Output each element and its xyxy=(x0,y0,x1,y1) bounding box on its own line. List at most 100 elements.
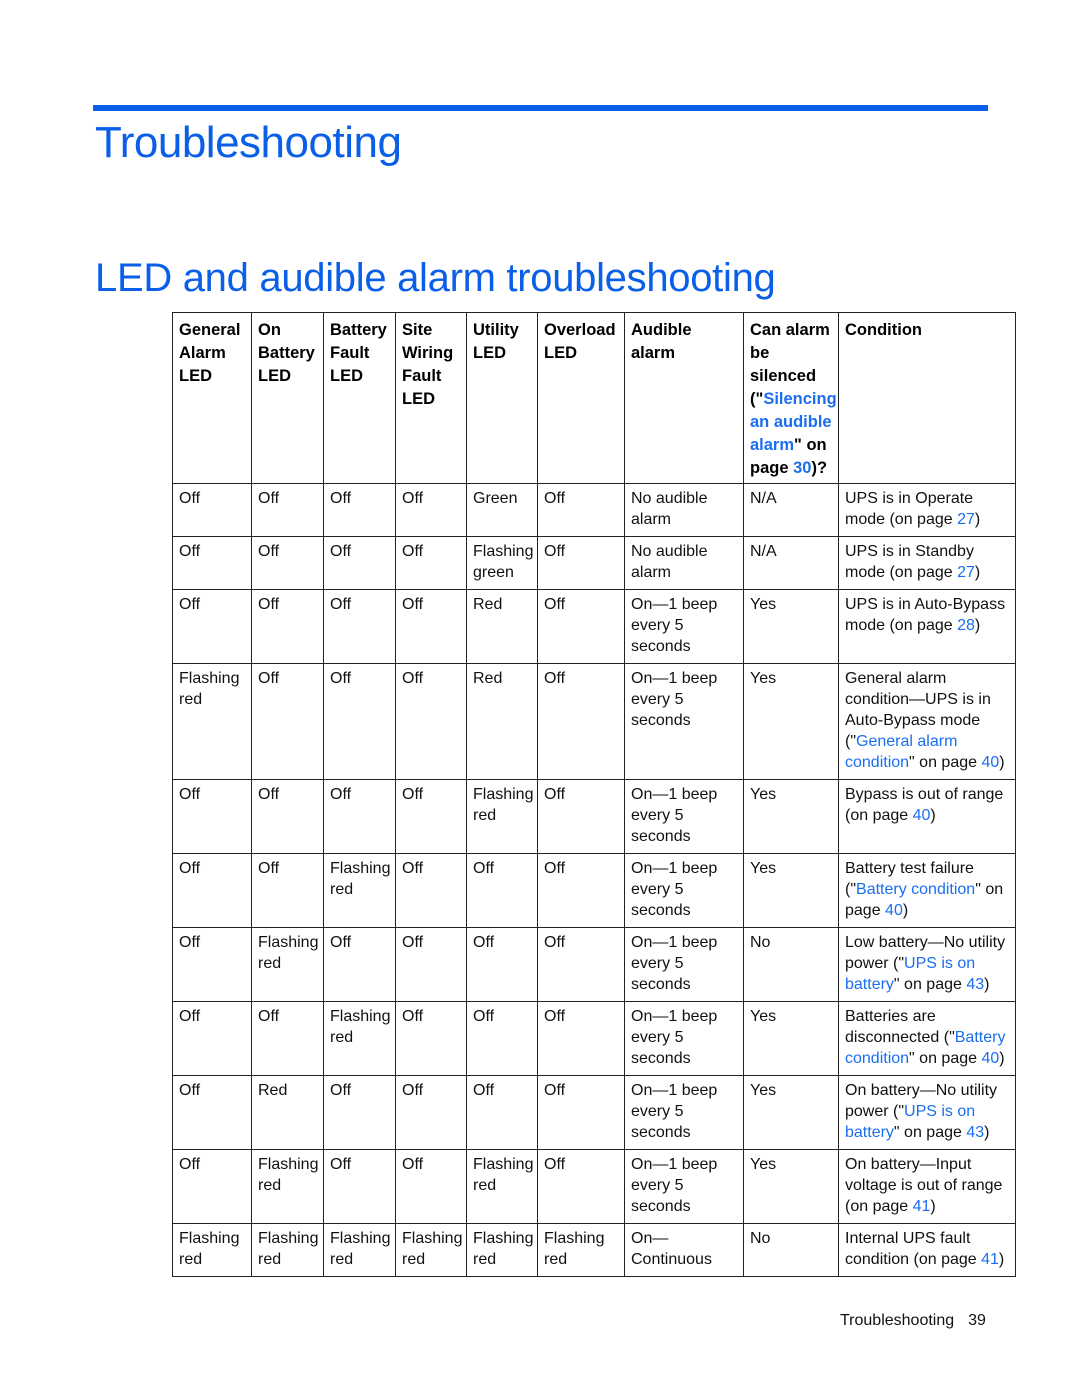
cell-general-alarm-led: Off xyxy=(172,1075,252,1150)
column-header-site-wiring-fault-led: Site Wiring Fault LED xyxy=(395,312,467,484)
cell-utility-led: Off xyxy=(466,1075,538,1150)
cell-audible-alarm: On—1 beep every 5 seconds xyxy=(624,589,744,664)
cell-text: Internal UPS fault condition (on page xyxy=(845,1230,982,1268)
column-header-condition: Condition xyxy=(838,312,1016,484)
cell-condition: UPS is in Operate mode (on page 27) xyxy=(838,483,1016,537)
cross-reference-link[interactable]: 41 xyxy=(981,1251,999,1268)
cell-audible-alarm: On—1 beep every 5 seconds xyxy=(624,1075,744,1150)
cell-condition: Bypass is out of range (on page 40) xyxy=(838,779,1016,854)
column-header-utility-led: Utility LED xyxy=(466,312,538,484)
cross-reference-link[interactable]: 40 xyxy=(885,902,903,919)
cell-site-wiring-fault-led: Flashing red xyxy=(395,1223,467,1277)
cell-utility-led: Flashing red xyxy=(466,1149,538,1224)
cell-overload-led: Off xyxy=(537,1149,625,1224)
cell-text: ) xyxy=(974,564,981,581)
cross-reference-link[interactable]: 30 xyxy=(793,459,811,477)
table-row: Off Off Off Off Flashing green Off No audible … xyxy=(172,536,1016,590)
cell-can-alarm-be-silenced: No xyxy=(743,927,839,1002)
cell-site-wiring-fault-led: Off xyxy=(395,1149,467,1224)
table-body: Off Off Off Off Green Off No audible alarm N/A U… xyxy=(172,483,1016,1277)
cell-general-alarm-led: Off xyxy=(172,1149,252,1224)
cell-text: " on page xyxy=(909,754,982,771)
cell-battery-fault-led: Off xyxy=(323,927,396,1002)
table-row: Off Flashing red Off Off Flashing red Off On—1… xyxy=(172,1149,1016,1224)
cell-audible-alarm: On—1 beep every 5 seconds xyxy=(624,1149,744,1224)
cell-on-battery-led: Off xyxy=(251,1001,324,1076)
cross-reference-link[interactable]: 28 xyxy=(957,617,975,634)
table-row: Off Off Off Off Red Off On—1 beep every 5 seco… xyxy=(172,589,1016,664)
cell-site-wiring-fault-led: Off xyxy=(395,779,467,854)
cell-on-battery-led: Flashing red xyxy=(251,927,324,1002)
cell-audible-alarm: No audible alarm xyxy=(624,483,744,537)
chapter-title: Troubleshooting xyxy=(95,118,402,167)
cell-condition: On battery—No utility power ("UPS is on … xyxy=(838,1075,1016,1150)
cell-text: Site Wiring Fault LED xyxy=(402,321,454,408)
cell-battery-fault-led: Off xyxy=(323,536,396,590)
cell-general-alarm-led: Off xyxy=(172,1001,252,1076)
cell-general-alarm-led: Off xyxy=(172,483,252,537)
led-alarm-table: General Alarm LED On Battery LED Battery F… xyxy=(172,312,1016,1277)
cross-reference-link[interactable]: 40 xyxy=(981,754,999,771)
cell-site-wiring-fault-led: Off xyxy=(395,663,467,780)
cell-on-battery-led: Flashing red xyxy=(251,1149,324,1224)
cell-utility-led: Flashing green xyxy=(466,536,538,590)
footer-section: Troubleshooting xyxy=(840,1312,955,1329)
cell-general-alarm-led: Off xyxy=(172,853,252,928)
cross-reference-link[interactable]: 40 xyxy=(981,1050,999,1067)
table-row: Off Off Flashing red Off Off Off On—1 beep eve… xyxy=(172,1001,1016,1076)
cell-utility-led: Flashing red xyxy=(466,779,538,854)
cell-battery-fault-led: Off xyxy=(323,663,396,780)
cell-battery-fault-led: Off xyxy=(323,483,396,537)
cross-reference-link[interactable]: 27 xyxy=(957,511,975,528)
cross-reference-link[interactable]: 43 xyxy=(966,976,984,993)
cell-on-battery-led: Red xyxy=(251,1075,324,1150)
cell-can-alarm-be-silenced: Yes xyxy=(743,1075,839,1150)
cell-text: ) xyxy=(999,1050,1005,1067)
cell-text: Overload LED xyxy=(544,321,616,362)
title-rule xyxy=(93,105,988,111)
cell-general-alarm-led: Off xyxy=(172,589,252,664)
cell-condition: On battery—Input voltage is out of range… xyxy=(838,1149,1016,1224)
cell-can-alarm-be-silenced: Yes xyxy=(743,663,839,780)
cell-battery-fault-led: Off xyxy=(323,1075,396,1150)
cell-overload-led: Off xyxy=(537,536,625,590)
cell-overload-led: Off xyxy=(537,779,625,854)
table-row: Off Off Flashing red Off Off Off On—1 beep eve… xyxy=(172,853,1016,928)
cell-utility-led: Off xyxy=(466,927,538,1002)
cell-utility-led: Off xyxy=(466,853,538,928)
cell-can-alarm-be-silenced: N/A xyxy=(743,483,839,537)
cell-audible-alarm: On—1 beep every 5 seconds xyxy=(624,779,744,854)
cell-overload-led: Off xyxy=(537,1001,625,1076)
cell-utility-led: Red xyxy=(466,589,538,664)
cross-reference-link[interactable]: 27 xyxy=(957,564,975,581)
cell-audible-alarm: On— Continuous xyxy=(624,1223,744,1277)
cell-utility-led: Off xyxy=(466,1001,538,1076)
cell-text: ) xyxy=(984,976,990,993)
column-header-audible-alarm: Audible alarm xyxy=(624,312,744,484)
cell-general-alarm-led: Off xyxy=(172,927,252,1002)
cell-utility-led: Red xyxy=(466,663,538,780)
cell-battery-fault-led: Off xyxy=(323,779,396,854)
cross-reference-link[interactable]: 40 xyxy=(913,807,931,824)
column-header-battery-fault-led: Battery Fault LED xyxy=(323,312,396,484)
cell-general-alarm-led: Off xyxy=(172,779,252,854)
cell-text: UPS is in Operate mode (on page xyxy=(845,490,974,528)
cell-text: ) xyxy=(999,754,1005,771)
cell-utility-led: Flashing red xyxy=(466,1223,538,1277)
cross-reference-link[interactable]: 41 xyxy=(913,1198,931,1215)
cell-site-wiring-fault-led: Off xyxy=(395,853,467,928)
cell-on-battery-led: Off xyxy=(251,663,324,780)
cross-reference-link[interactable]: 43 xyxy=(966,1124,984,1141)
cross-reference-link[interactable]: Battery condition xyxy=(856,881,975,898)
cell-battery-fault-led: Flashing red xyxy=(323,1001,396,1076)
cell-can-alarm-be-silenced: No xyxy=(743,1223,839,1277)
cell-overload-led: Off xyxy=(537,589,625,664)
cell-audible-alarm: On—1 beep every 5 seconds xyxy=(624,663,744,780)
cell-text: " on page xyxy=(909,1050,982,1067)
cell-audible-alarm: On—1 beep every 5 seconds xyxy=(624,1001,744,1076)
cell-condition: General alarm condition—UPS is in Auto-B… xyxy=(838,663,1016,780)
cell-on-battery-led: Off xyxy=(251,536,324,590)
cell-overload-led: Off xyxy=(537,483,625,537)
cell-text: Batteries are disconnected (" xyxy=(845,1008,955,1046)
cell-site-wiring-fault-led: Off xyxy=(395,1001,467,1076)
